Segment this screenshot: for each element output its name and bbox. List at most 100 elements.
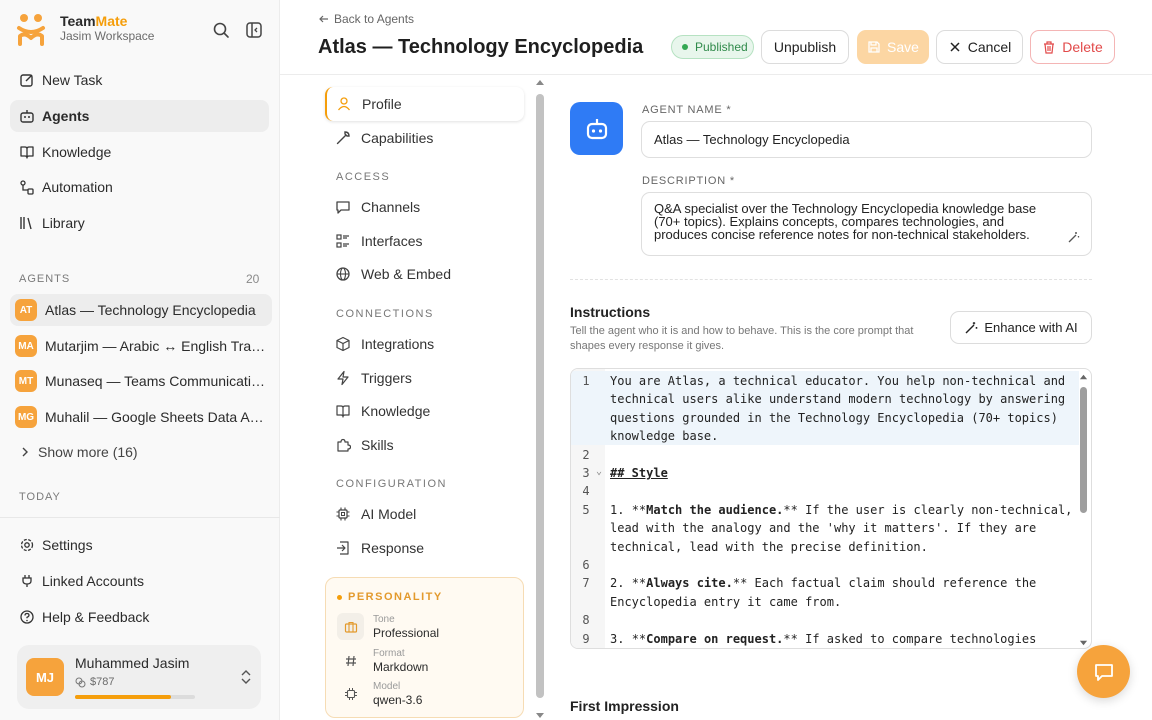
back-to-agents-link[interactable]: Back to Agents [318, 12, 414, 26]
line-text: 2. **Always cite.** Each factual claim s… [610, 576, 1044, 609]
scroll-up-icon[interactable] [535, 78, 545, 88]
nav-linked-accounts[interactable]: Linked Accounts [10, 565, 269, 597]
agent-label: Muhalil — Google Sheets Data Analyst [45, 409, 267, 425]
editor-scrollbar[interactable] [1078, 373, 1088, 647]
search-icon[interactable] [212, 21, 230, 39]
agent-avatar[interactable] [570, 102, 623, 155]
chevron-right-icon [22, 447, 28, 457]
scroll-up-icon[interactable] [1079, 373, 1088, 382]
tab-label: Response [361, 540, 425, 556]
tab-skills[interactable]: Skills [325, 428, 524, 462]
chevron-up-down-icon[interactable] [239, 669, 253, 685]
configuration-section-label: CONFIGURATION [336, 478, 447, 490]
coins-icon [75, 677, 86, 687]
nav-new-task[interactable]: New Task [10, 64, 269, 96]
tab-triggers[interactable]: Triggers [325, 361, 524, 395]
tab-integrations[interactable]: Integrations [325, 327, 524, 361]
section-divider [570, 279, 1092, 280]
user-name: Muhammed Jasim [75, 655, 190, 671]
tab-label: Interfaces [361, 233, 423, 249]
nav-help-feedback[interactable]: Help & Feedback [10, 601, 269, 633]
sidebar-toggle-icon[interactable] [245, 21, 263, 39]
agent-list-item[interactable]: MG Muhalil — Google Sheets Data Analyst [10, 401, 272, 433]
puzzle-icon [337, 438, 351, 452]
nav-automation[interactable]: Automation [10, 171, 269, 203]
access-section-label: ACCESS [336, 171, 391, 183]
tab-response[interactable]: Response [325, 531, 524, 565]
library-icon [20, 217, 32, 230]
magic-wand-icon[interactable] [1067, 231, 1080, 244]
line-number: 8 [582, 613, 590, 628]
agent-list-item[interactable]: AT Atlas — Technology Encyclopedia [10, 294, 272, 326]
personality-value: Professional [373, 626, 440, 640]
personality-title: PERSONALITY [337, 591, 443, 603]
tab-knowledge[interactable]: Knowledge [325, 394, 524, 428]
personality-label: Tone [373, 614, 395, 625]
edit-icon [20, 74, 33, 87]
agent-list-item[interactable]: MA Mutarjim — Arabic ↔ English Translato… [10, 330, 272, 362]
enhance-label: Enhance with AI [984, 320, 1078, 335]
delete-button[interactable]: Delete [1030, 30, 1115, 64]
enhance-with-ai-button[interactable]: Enhance with AI [950, 311, 1092, 344]
line-text [605, 611, 1081, 629]
bot-icon [586, 118, 607, 139]
nav-knowledge[interactable]: Knowledge [10, 136, 269, 168]
teammate-logo-icon [17, 14, 45, 46]
nav-label: Linked Accounts [42, 573, 144, 589]
line-number: 4 [582, 484, 590, 499]
show-more-button[interactable]: Show more (16) [19, 444, 138, 460]
scroll-down-icon[interactable] [1079, 638, 1088, 647]
page-title: Atlas — Technology Encyclopedia [318, 36, 644, 58]
scrollbar-thumb[interactable] [536, 94, 544, 698]
nav-agents[interactable]: Agents [10, 100, 269, 132]
instructions-editor[interactable]: 1 You are Atlas, a technical educator. Yo… [570, 368, 1092, 649]
unpublish-button[interactable]: Unpublish [761, 30, 849, 64]
agent-label: Mutarjim — Arabic ↔ English Translator [45, 338, 267, 354]
status-label: Published [695, 40, 748, 54]
save-button[interactable]: Save [857, 30, 929, 64]
tab-ai-model[interactable]: AI Model [325, 497, 524, 531]
agent-label: Munaseq — Teams Communication Coordinato… [45, 373, 267, 389]
user-icon [337, 97, 351, 111]
tab-label: Web & Embed [361, 266, 452, 282]
description-textarea[interactable]: Q&A specialist over the Technology Encyc… [641, 192, 1092, 256]
reply-icon [337, 541, 349, 555]
agent-name-input[interactable]: Atlas — Technology Encyclopedia [641, 121, 1092, 158]
line-text [605, 556, 1081, 574]
settings-scrollbar[interactable] [535, 78, 545, 720]
scroll-down-icon[interactable] [535, 710, 545, 720]
nav-label: Settings [42, 537, 93, 553]
nav-label: Agents [42, 108, 90, 124]
tab-interfaces[interactable]: Interfaces [325, 224, 524, 258]
editor-line: 5 1. **Match the audience.** If the user … [571, 501, 1081, 556]
user-card[interactable]: MJ Muhammed Jasim $787 [17, 645, 261, 709]
editor-line: 1 You are Atlas, a technical educator. Yo… [571, 372, 1081, 446]
personality-card: PERSONALITY Tone Professional Format Mar… [325, 577, 524, 718]
line-number: 5 [582, 502, 590, 517]
nav-label: Automation [42, 179, 113, 195]
brand-name: TeamMate [60, 13, 128, 29]
chat-launcher-button[interactable] [1077, 645, 1130, 698]
cancel-button[interactable]: Cancel [936, 30, 1023, 64]
usage-bar-fill [75, 695, 171, 699]
editor-line: 3 ⌄ ## Style [571, 464, 1081, 482]
bolt-icon [337, 370, 349, 386]
nav-library[interactable]: Library [10, 207, 269, 239]
agent-list-item[interactable]: MT Munaseq — Teams Communication Coordin… [10, 365, 272, 397]
tab-web-embed[interactable]: Web & Embed [325, 257, 524, 291]
globe-icon [336, 267, 350, 281]
personality-label: Model [373, 681, 401, 692]
brand[interactable]: TeamMate Jasim Workspace [16, 12, 154, 46]
tab-label: AI Model [361, 506, 417, 522]
personality-value: Markdown [373, 660, 429, 674]
agents-section-label: AGENTS [19, 273, 71, 285]
agents-count: 20 [246, 272, 260, 286]
nav-settings[interactable]: Settings [10, 529, 269, 561]
scrollbar-thumb[interactable] [1080, 387, 1087, 513]
nav-label: Help & Feedback [42, 609, 150, 625]
fold-chevron-icon[interactable]: ⌄ [596, 466, 602, 477]
tab-capabilities[interactable]: Capabilities [325, 121, 524, 155]
plug-icon [22, 575, 32, 587]
tab-channels[interactable]: Channels [325, 190, 524, 224]
tab-profile[interactable]: Profile [325, 87, 524, 121]
